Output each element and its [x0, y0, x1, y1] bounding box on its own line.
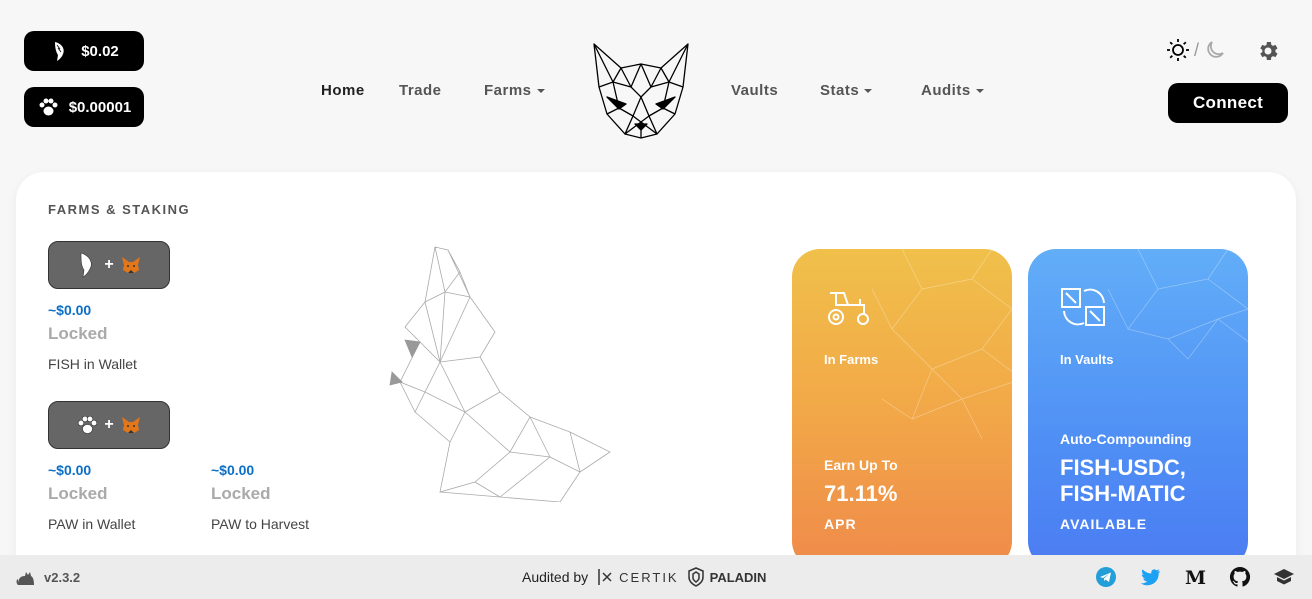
connect-wallet-button[interactable]: Connect	[1168, 83, 1288, 123]
fish-wallet-usd: ~$0.00	[48, 302, 92, 318]
sun-icon[interactable]	[1166, 38, 1190, 62]
cat-logo[interactable]	[591, 42, 691, 140]
paw-harvest-locked: Locked	[211, 484, 271, 503]
gear-icon[interactable]	[1256, 39, 1280, 63]
paw-harvest-label: PAW to Harvest	[211, 516, 310, 532]
fish-wallet-locked: Locked	[48, 324, 108, 343]
svg-text:M: M	[1185, 567, 1206, 588]
metamask-fox-icon	[121, 257, 140, 273]
in-farms-card[interactable]: In Farms Earn Up To 71.11% APR	[792, 249, 1012, 569]
nav-trade-label: Trade	[399, 82, 442, 99]
medium-icon[interactable]: M	[1183, 566, 1207, 588]
fish-price-value: $0.02	[81, 42, 119, 60]
mesh-pattern	[1108, 249, 1248, 360]
nav-audits[interactable]: Audits	[921, 82, 984, 99]
nav-home-label: Home	[321, 82, 365, 99]
fish-token-icon	[55, 42, 64, 61]
cat-icon	[16, 572, 34, 585]
audit-badges: Audited by CERTIK PALADIN	[522, 567, 766, 587]
moon-icon[interactable]	[1203, 38, 1227, 62]
certik-logo-icon	[598, 569, 612, 585]
certik-label: CERTIK	[619, 569, 679, 585]
earn-up-to-label: Earn Up To	[824, 457, 898, 473]
footer: v2.3.2 Audited by CERTIK PALADIN M	[0, 555, 1312, 599]
fish-wallet-label: FISH in Wallet	[48, 356, 137, 372]
paw-price-value: $0.00001	[68, 98, 132, 116]
docs-icon[interactable]	[1272, 566, 1296, 588]
nav-home[interactable]: Home	[321, 82, 365, 99]
in-vaults-label: In Vaults	[1060, 352, 1114, 367]
mesh-pattern	[872, 249, 1012, 439]
version-label: v2.3.2	[44, 569, 81, 585]
vault-pair-1: FISH-USDC,	[1060, 455, 1186, 480]
farms-staking-card: FARMS & STAKING + ~$0.00 Locked FISH in …	[16, 172, 1296, 592]
nav-farms[interactable]: Farms	[484, 82, 545, 99]
auto-compounding-label: Auto-Compounding	[1060, 431, 1192, 447]
in-vaults-card[interactable]: In Vaults Auto-Compounding FISH-USDC, FI…	[1028, 249, 1248, 569]
certik-badge[interactable]: CERTIK	[596, 567, 678, 587]
polygon-cat-illustration	[389, 246, 611, 502]
audited-by-label: Audited by	[522, 569, 589, 585]
paw-harvest-usd: ~$0.00	[211, 462, 255, 478]
paw-harvest-stat: ~$0.00 Locked PAW to Harvest	[211, 462, 309, 532]
vault-pairs: FISH-USDC, FISH-MATIC	[1060, 455, 1186, 507]
plus-label: +	[104, 256, 114, 273]
chevron-down-icon	[975, 89, 984, 93]
vault-pair-2: FISH-MATIC	[1060, 481, 1186, 506]
paw-wallet-label: PAW in Wallet	[48, 516, 136, 532]
chevron-down-icon	[864, 89, 873, 93]
nav-trade[interactable]: Trade	[399, 82, 442, 99]
fish-price-pill[interactable]: $0.02	[24, 31, 144, 71]
metamask-fox-icon	[121, 417, 140, 433]
paw-token-icon	[78, 415, 98, 434]
vault-swap-icon	[1061, 288, 1105, 326]
theme-separator: /	[1194, 39, 1200, 60]
paw-wallet-stat: ~$0.00 Locked PAW in Wallet	[48, 462, 135, 532]
version-info: v2.3.2	[16, 568, 80, 586]
nav-vaults[interactable]: Vaults	[731, 82, 778, 99]
section-title: FARMS & STAKING	[48, 202, 191, 217]
fish-token-icon	[81, 252, 92, 278]
tractor-icon	[828, 292, 869, 325]
nav-vaults-label: Vaults	[731, 82, 779, 99]
paw-token-icon	[39, 98, 58, 116]
apr-unit: APR	[824, 516, 857, 532]
apr-value: 71.11%	[824, 481, 898, 506]
chevron-down-icon	[536, 89, 545, 93]
nav-farms-label: Farms	[484, 82, 532, 99]
add-paw-to-metamask-button[interactable]: +	[48, 401, 170, 449]
nav-stats-label: Stats	[820, 82, 860, 99]
paw-wallet-locked: Locked	[48, 484, 108, 503]
twitter-icon[interactable]	[1138, 566, 1162, 588]
nav-audits-label: Audits	[921, 82, 971, 99]
add-fish-to-metamask-button[interactable]: +	[48, 241, 170, 289]
fish-wallet-stat: ~$0.00 Locked FISH in Wallet	[48, 302, 137, 372]
paladin-label: PALADIN	[709, 569, 767, 585]
paw-wallet-usd: ~$0.00	[48, 462, 92, 478]
paladin-badge[interactable]: PALADIN	[687, 567, 767, 587]
paladin-shield-icon	[687, 567, 704, 587]
available-label: AVAILABLE	[1060, 516, 1148, 532]
in-farms-label: In Farms	[824, 352, 879, 367]
paw-price-pill[interactable]: $0.00001	[24, 87, 144, 127]
theme-toggle[interactable]: /	[1166, 38, 1227, 62]
plus-label: +	[104, 416, 114, 433]
nav-stats[interactable]: Stats	[820, 82, 873, 99]
github-icon[interactable]	[1228, 566, 1252, 588]
telegram-icon[interactable]	[1094, 566, 1118, 588]
